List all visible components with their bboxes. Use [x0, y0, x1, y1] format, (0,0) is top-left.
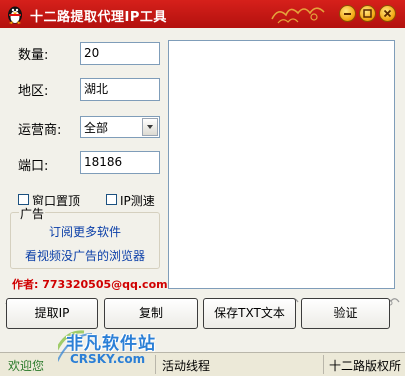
copy-button[interactable]: 复制 — [104, 298, 198, 329]
penguin-logo-icon — [8, 6, 22, 24]
status-copyright: 十二路版权所 — [329, 359, 402, 373]
checkbox-box[interactable] — [18, 194, 29, 205]
quantity-input[interactable]: 20 — [80, 42, 160, 65]
window-title: 十二路提取代理IP工具 — [30, 10, 167, 25]
status-active-threads: 活动线程 — [162, 359, 211, 373]
minimize-button[interactable] — [339, 5, 356, 22]
chevron-down-icon — [147, 125, 153, 129]
title-bar[interactable]: 十二路提取代理IP工具 — [0, 0, 405, 28]
checkbox-box[interactable] — [106, 194, 117, 205]
region-label: 地区: — [18, 84, 49, 99]
subscribe-more-software-link[interactable]: 订阅更多软件 — [11, 223, 159, 240]
carrier-select[interactable]: 全部 — [80, 116, 160, 138]
quantity-label: 数量: — [18, 48, 49, 63]
status-separator — [155, 355, 156, 374]
carrier-label: 运营商: — [18, 123, 62, 138]
author-label: 作者: — [12, 278, 39, 291]
save-txt-button[interactable]: 保存TXT文本 — [203, 298, 296, 329]
status-bar: 欢迎您 活动线程 十二路版权所 — [0, 352, 405, 376]
ip-output-textarea[interactable] — [168, 40, 395, 289]
watermark-title: 非凡软件站 — [66, 334, 156, 354]
port-input[interactable]: 18186 — [80, 151, 160, 174]
cloud-ornament-icon — [271, 7, 325, 24]
author-contact: 773320505@qq.com — [42, 278, 168, 291]
author-info: 作者: 773320505@qq.com — [12, 276, 168, 292]
ip-speed-test-label: IP测速 — [120, 194, 155, 208]
ad-group: 广告 订阅更多软件 看视频没广告的浏览器 — [10, 205, 160, 269]
status-welcome: 欢迎您 — [8, 359, 45, 373]
verify-button[interactable]: 验证 — [301, 298, 390, 329]
extract-ip-button[interactable]: 提取IP — [6, 298, 98, 329]
status-separator — [323, 355, 324, 374]
maximize-icon — [363, 9, 372, 18]
close-icon — [383, 9, 392, 18]
port-label: 端口: — [18, 159, 49, 174]
region-input[interactable]: 湖北 — [80, 78, 160, 101]
ip-speed-test-checkbox[interactable]: IP测速 — [106, 192, 166, 208]
app-window: 十二路提取代理IP工具 数量: 20 地区: 湖北 运营商: 全部 端口: 18… — [0, 0, 405, 376]
carrier-selected-value: 全部 — [84, 121, 109, 135]
dropdown-arrow-button[interactable] — [142, 118, 158, 136]
maximize-button[interactable] — [359, 5, 376, 22]
close-button[interactable] — [379, 5, 396, 22]
minimize-icon — [344, 13, 351, 15]
ad-group-label: 广告 — [19, 205, 46, 222]
ad-free-browser-link[interactable]: 看视频没广告的浏览器 — [11, 247, 159, 264]
